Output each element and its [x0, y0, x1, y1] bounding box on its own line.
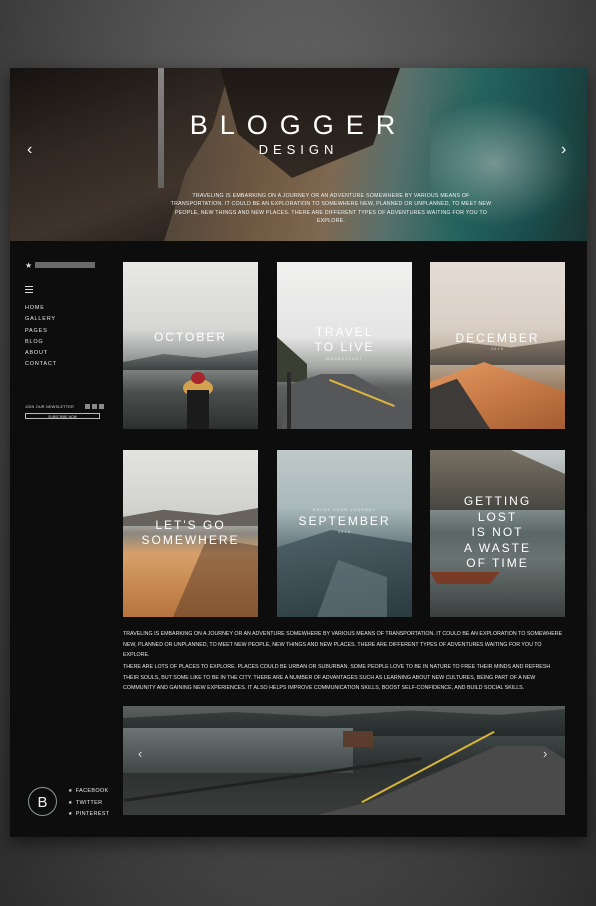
star-bullet-icon: ★ [68, 811, 73, 817]
nav-item-gallery[interactable]: GALLERY [25, 314, 57, 325]
card-title: TRAVEL TO LIVE [277, 325, 412, 355]
card-title-line-1: TRAVEL [315, 325, 374, 339]
subscribe-button[interactable]: SUBSCRIBE NOW [25, 413, 100, 419]
social-link-facebook[interactable]: ★ FACEBOOK [68, 786, 109, 798]
gallery-card-getting-lost[interactable]: GETTING LOST IS NOT A WASTE OF TIME [430, 450, 565, 617]
card-title-line-2: SOMEWHERE [141, 533, 240, 547]
card-title-line-3: IS NOT [471, 525, 524, 539]
social-label-twitter: TWITTER [75, 799, 103, 806]
card-title-line-2: LOST [477, 509, 518, 524]
avatar[interactable]: B [28, 787, 57, 816]
slider-next-arrow-icon[interactable]: › [543, 746, 547, 761]
social-label-facebook: FACEBOOK [75, 788, 109, 794]
social-link-twitter[interactable]: ★ TWITTER [68, 798, 109, 810]
gallery-card-december[interactable]: DECEMBER 2019 [430, 262, 565, 429]
newsletter-box-3 [99, 404, 104, 409]
card-title: OCTOBER [153, 330, 228, 344]
body-paragraph-2: THERE ARE LOTS OF PLACES TO EXPLORE. PLA… [123, 664, 551, 692]
hero-title: BLOGGER [189, 110, 408, 140]
newsletter-box-1 [85, 404, 90, 409]
body-paragraph-1: TRAVELING IS EMBARKING ON A JOURNEY OR A… [123, 631, 563, 659]
card-title-line-1: GETTING [463, 494, 532, 508]
card-title-line-2: TO LIVE [314, 340, 375, 354]
social-link-pinterest[interactable]: ★ PINTEREST [68, 809, 109, 821]
hero-description: TRAVELING IS EMBARKING ON A JOURNEY OR A… [170, 193, 492, 225]
card-title: SEPTEMBER [298, 514, 391, 528]
gallery-card-october[interactable]: TRAVEL TO WANDER OCTOBER [123, 262, 258, 429]
nav-item-contact[interactable]: CONTACT [25, 359, 57, 370]
nav-item-about[interactable]: ABOUT [25, 348, 57, 359]
card-year: 2019 [491, 347, 504, 351]
hero-banner: BLOGGER DESIGN TRAVELING IS EMBARKING ON… [10, 68, 587, 241]
card-title-line-5: OF TIME [466, 556, 529, 570]
nav-item-pages[interactable]: PAGES [25, 326, 57, 337]
gallery-card-travel-to-live[interactable]: TRAVEL TO LIVE WANDERLUST [277, 262, 412, 429]
blog-page: BLOGGER DESIGN TRAVELING IS EMBARKING ON… [10, 68, 587, 837]
card-tagline: ENJOY YOUR JOURNEY [312, 508, 376, 512]
hamburger-menu-icon[interactable] [25, 286, 33, 295]
star-icon: ★ [25, 261, 33, 270]
slider-cabin-image [343, 731, 373, 747]
social-label-pinterest: PINTEREST [75, 811, 110, 817]
featured-image-slider: ‹ › [123, 706, 565, 815]
card-year: 2019 [338, 530, 351, 534]
slider-prev-arrow-icon[interactable]: ‹ [138, 746, 142, 761]
star-bullet-icon: ★ [68, 799, 73, 806]
slider-water-image [123, 728, 353, 773]
card-tagline: WANDERLUST [325, 357, 364, 361]
card-title-line-4: A WASTE [464, 540, 531, 555]
card-title-line-1: LET'S GO [155, 518, 226, 532]
main-nav: HOME GALLERY PAGES BLOG ABOUT CONTACT [25, 303, 57, 371]
card-title: DECEMBER [455, 331, 540, 345]
nav-item-home[interactable]: HOME [25, 303, 57, 314]
card-title: LET'S GO SOMEWHERE [123, 518, 258, 548]
social-links: ★ FACEBOOK ★ TWITTER ★ PINTEREST [68, 786, 109, 821]
hero-subtitle: DESIGN [258, 142, 339, 157]
search-bar[interactable] [35, 262, 95, 268]
hero-next-arrow-icon[interactable]: › [561, 141, 566, 159]
newsletter-label: JOIN OUR NEWSLETTER [25, 405, 74, 409]
gallery-card-september[interactable]: ENJOY YOUR JOURNEY SEPTEMBER 2019 [277, 450, 412, 617]
card-title: GETTING LOST IS NOT A WASTE OF TIME [430, 494, 565, 572]
nav-item-blog[interactable]: BLOG [25, 337, 57, 348]
gallery-card-lets-go-somewhere[interactable]: LET'S GO SOMEWHERE [123, 450, 258, 617]
hero-prev-arrow-icon[interactable]: ‹ [27, 141, 32, 159]
star-bullet-icon: ★ [68, 788, 73, 794]
newsletter-box-2 [92, 404, 97, 409]
